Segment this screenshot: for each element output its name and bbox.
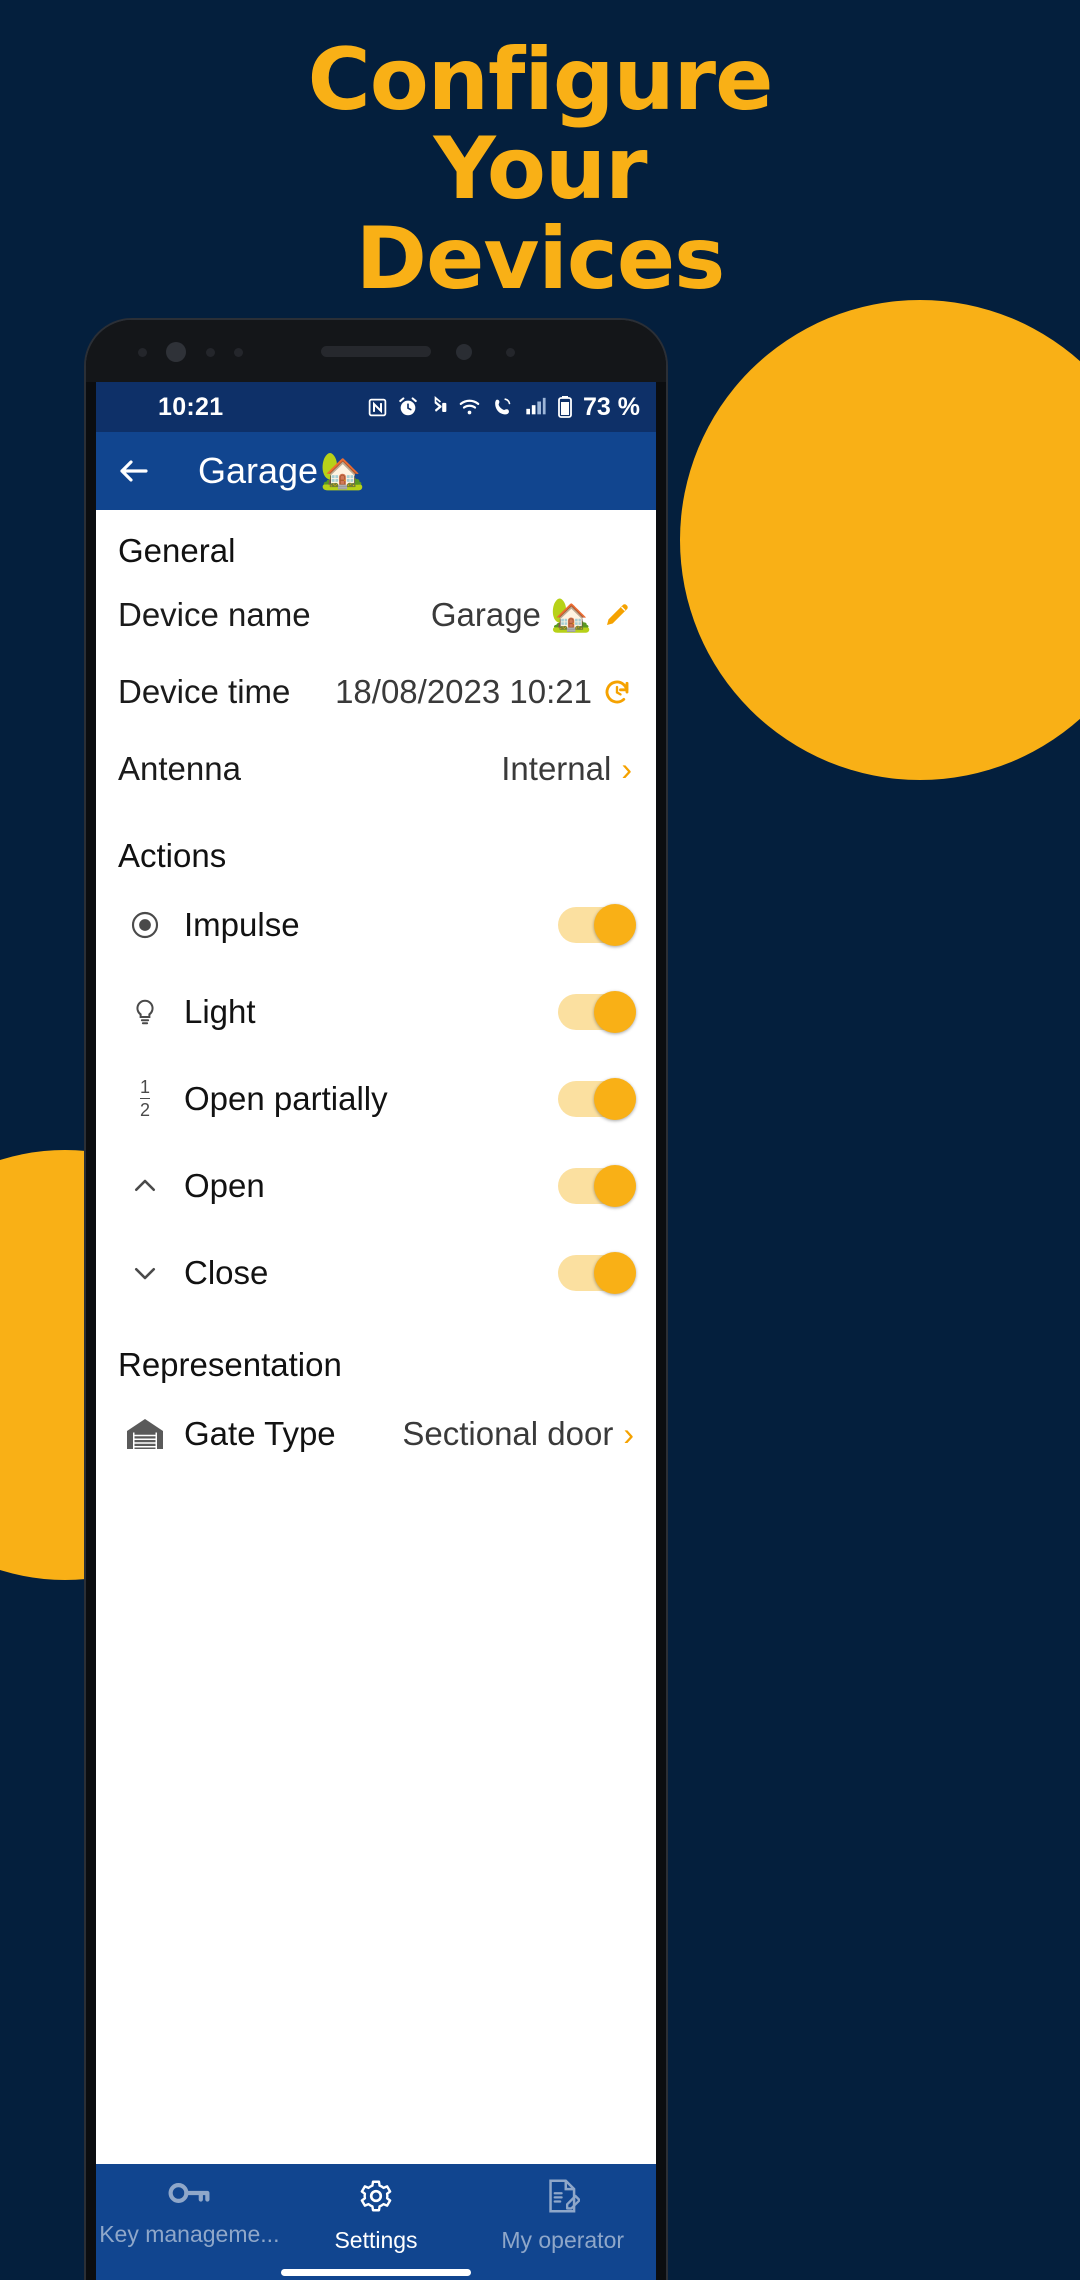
nfc-icon: [367, 397, 388, 418]
refresh-clock-icon[interactable]: [602, 677, 632, 707]
action-label-open: Open: [184, 1166, 265, 1204]
status-bar-icons: 73 %: [367, 393, 640, 422]
action-label-open-partially: Open partially: [184, 1079, 388, 1117]
antenna-value: Internal: [501, 749, 612, 787]
row-value-device-time: 18/08/2023 10:21: [335, 673, 632, 711]
sensor-dot-4: [456, 344, 472, 360]
nav-item-key-management[interactable]: Key manageme...: [96, 2178, 283, 2248]
row-device-time[interactable]: Device time 18/08/2023 10:21: [96, 653, 656, 730]
toggle-knob: [594, 1251, 636, 1294]
sensor-dot-5: [506, 348, 515, 357]
key-icon: [168, 2178, 210, 2213]
row-antenna[interactable]: Antenna Internal ›: [96, 730, 656, 807]
earpiece-speaker: [321, 346, 431, 357]
row-device-name[interactable]: Device name Garage 🏡: [96, 576, 656, 653]
row-value-gate-type: Sectional door ›: [402, 1415, 634, 1453]
toggle-knob: [594, 990, 636, 1033]
action-row-light[interactable]: Light: [96, 968, 656, 1055]
toggle-knob: [594, 1164, 636, 1207]
document-edit-icon: [546, 2178, 581, 2219]
back-arrow-icon[interactable]: [116, 453, 152, 489]
nav-item-settings[interactable]: Settings: [283, 2178, 470, 2254]
toggle-knob: [594, 1077, 636, 1120]
chevron-right-icon: ›: [623, 1415, 634, 1452]
house-emoji-icon: 🏡: [320, 451, 365, 492]
phone-top-bezel: [86, 320, 666, 382]
bottom-navigation: Key manageme... Settings My operator: [96, 2164, 656, 2280]
action-row-impulse[interactable]: Impulse: [96, 881, 656, 968]
gate-type-value: Sectional door: [402, 1414, 614, 1452]
settings-content: General Device name Garage 🏡 Device time…: [96, 510, 656, 2280]
toggle-impulse[interactable]: [558, 903, 636, 946]
toggle-open-partially[interactable]: [558, 1077, 636, 1120]
house-emoji-icon: 🏡: [550, 594, 592, 634]
garage-door-icon: [124, 1417, 166, 1451]
radio-dot-icon: [124, 909, 166, 941]
promo-headline: Configure Your Devices: [0, 0, 1080, 304]
front-camera-icon: [166, 342, 186, 362]
toggle-knob: [594, 903, 636, 946]
decorative-circle-top-right: [680, 300, 1080, 780]
row-label-device-name: Device name: [118, 595, 311, 633]
action-row-open[interactable]: Open: [96, 1142, 656, 1229]
chevron-down-icon: [124, 1258, 166, 1288]
nav-label-my-operator: My operator: [501, 2227, 625, 2253]
status-bar-clock: 10:21: [158, 392, 224, 421]
status-bar: 10:21 73 %: [96, 382, 656, 432]
action-label-impulse: Impulse: [184, 905, 300, 943]
lightbulb-icon: [124, 997, 166, 1027]
device-name-value: Garage: [430, 595, 541, 633]
battery-percentage: 73 %: [583, 392, 640, 421]
nav-label-key-management: Key manageme...: [99, 2221, 280, 2247]
battery-icon: [557, 395, 573, 419]
sensor-dot: [138, 348, 147, 357]
section-heading-representation: Representation: [118, 1346, 342, 1383]
action-row-open-partially[interactable]: 12 Open partially: [96, 1055, 656, 1142]
signal-icon: [523, 396, 548, 418]
nav-item-my-operator[interactable]: My operator: [469, 2178, 656, 2254]
phone-mockup: 10:21 73 % Garage 🏡 General Device name …: [86, 320, 666, 2280]
toggle-open[interactable]: [558, 1164, 636, 1207]
row-label-antenna: Antenna: [118, 749, 241, 787]
row-value-device-name: Garage 🏡: [431, 595, 632, 635]
phone-screen: 10:21 73 % Garage 🏡 General Device name …: [96, 382, 656, 2280]
section-heading-general: General: [118, 532, 236, 569]
row-label-gate-type: Gate Type: [184, 1414, 336, 1452]
toggle-close[interactable]: [558, 1251, 636, 1294]
bluetooth-icon: [428, 396, 448, 418]
page-title-text: Garage: [198, 450, 319, 491]
call-icon: [491, 396, 514, 418]
promo-headline-line-1: Configure: [307, 30, 774, 130]
row-gate-type[interactable]: Gate Type Sectional door ›: [96, 1390, 656, 1477]
row-value-antenna: Internal ›: [501, 750, 632, 788]
pencil-icon[interactable]: [602, 600, 632, 630]
row-label-device-time: Device time: [118, 672, 291, 710]
alarm-icon: [397, 396, 419, 418]
chevron-up-icon: [124, 1171, 166, 1201]
action-row-close[interactable]: Close: [96, 1229, 656, 1316]
one-half-fraction-icon: 12: [139, 1077, 150, 1120]
sensor-dot-3: [234, 348, 243, 357]
promo-headline-line-3: Devices: [355, 208, 726, 309]
action-label-light: Light: [184, 992, 256, 1030]
wifi-icon: [457, 396, 482, 418]
toggle-light[interactable]: [558, 990, 636, 1033]
app-bar: Garage 🏡: [96, 432, 656, 510]
gear-icon: [358, 2178, 394, 2219]
nav-label-settings: Settings: [334, 2227, 418, 2253]
sensor-dot-2: [206, 348, 215, 357]
page-title: Garage 🏡: [198, 450, 365, 492]
home-indicator: [281, 2269, 471, 2276]
promo-headline-line-2: Your: [433, 119, 647, 220]
chevron-right-icon: ›: [621, 750, 632, 787]
device-time-value: 18/08/2023 10:21: [335, 672, 592, 710]
section-heading-actions: Actions: [118, 837, 227, 874]
action-label-close: Close: [184, 1253, 269, 1291]
